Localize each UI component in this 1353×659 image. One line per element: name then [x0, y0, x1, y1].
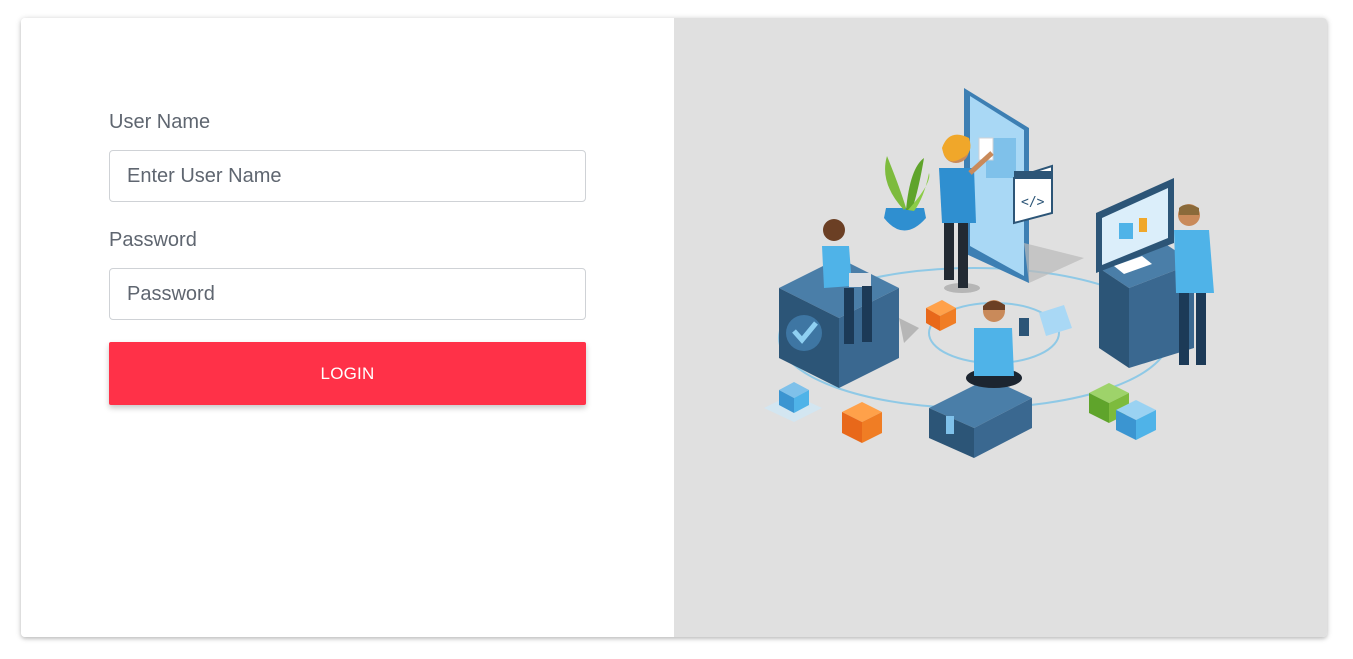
code-window-icon: </> — [1013, 164, 1053, 225]
plant-icon — [884, 156, 930, 231]
username-label: User Name — [109, 111, 211, 133]
username-input[interactable] — [109, 150, 586, 202]
code-tag-text: </> — [1021, 195, 1045, 210]
desk-monitor-figure — [1096, 178, 1214, 368]
login-button[interactable]: LOGIN — [109, 342, 586, 405]
illustration-panel: </> — [674, 18, 1327, 637]
checkbox-cube-figure — [779, 219, 919, 388]
check-icon — [786, 315, 822, 351]
login-form: User Name Password LOGIN — [109, 108, 586, 405]
id-card-icon — [1039, 305, 1072, 336]
password-label: Password — [109, 229, 197, 251]
login-card: User Name Password LOGIN </> — [21, 18, 1327, 637]
team-collaboration-illustration: </> — [764, 88, 1214, 458]
password-input[interactable] — [109, 268, 586, 320]
phone-icon — [1019, 318, 1029, 336]
login-form-panel: User Name Password LOGIN — [21, 18, 674, 637]
laptop-icon — [849, 273, 871, 287]
